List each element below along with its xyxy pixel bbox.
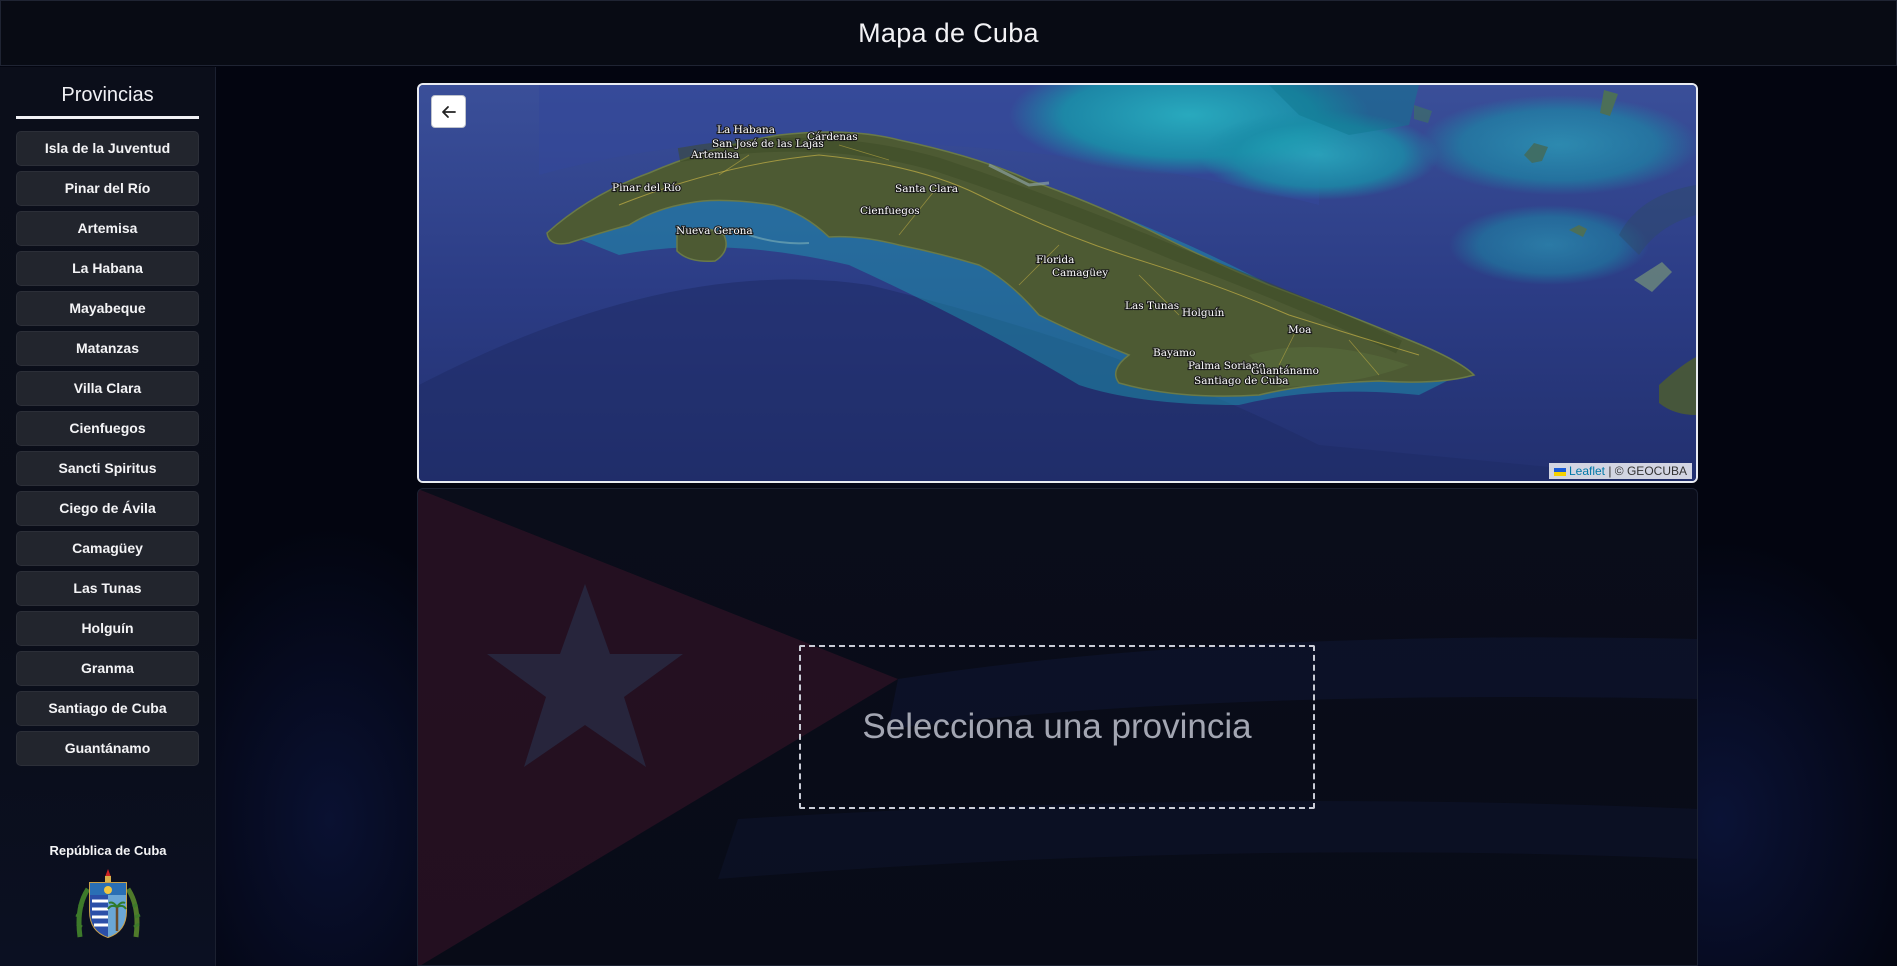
province-button-las-tunas[interactable]: Las Tunas bbox=[16, 571, 199, 606]
province-button-artemisa[interactable]: Artemisa bbox=[16, 211, 199, 246]
sidebar: Provincias Isla de la Juventud Pinar del… bbox=[0, 67, 216, 966]
map-city-label: Florida bbox=[1036, 254, 1074, 266]
leaflet-link[interactable]: Leaflet bbox=[1569, 464, 1605, 478]
map-city-label: Pinar del Río bbox=[612, 182, 681, 194]
ukraine-flag-icon bbox=[1553, 467, 1566, 476]
arrow-left-icon bbox=[441, 105, 456, 118]
province-button-guantanamo[interactable]: Guantánamo bbox=[16, 731, 199, 766]
province-button-granma[interactable]: Granma bbox=[16, 651, 199, 686]
province-button-mayabeque[interactable]: Mayabeque bbox=[16, 291, 199, 326]
province-list: Isla de la Juventud Pinar del Río Artemi… bbox=[16, 131, 199, 771]
map-city-label: Santiago de Cuba bbox=[1194, 375, 1289, 387]
province-button-santiago-de-cuba[interactable]: Santiago de Cuba bbox=[16, 691, 199, 726]
map-city-label: Cienfuegos bbox=[860, 205, 920, 217]
map-city-label: Bayamo bbox=[1153, 347, 1195, 359]
province-button-pinar-del-rio[interactable]: Pinar del Río bbox=[16, 171, 199, 206]
province-button-villa-clara[interactable]: Villa Clara bbox=[16, 371, 199, 406]
page-title: Mapa de Cuba bbox=[858, 17, 1039, 48]
map-city-label: Las Tunas bbox=[1125, 300, 1179, 312]
map-city-label: Cárdenas bbox=[807, 131, 858, 143]
province-info-panel: Selecciona una provincia bbox=[417, 488, 1698, 966]
attribution-text: | © GEOCUBA bbox=[1605, 464, 1687, 478]
map-city-label: Artemisa bbox=[690, 149, 739, 161]
map-city-label: Camagüey bbox=[1052, 267, 1108, 279]
coat-of-arms-icon bbox=[75, 869, 141, 939]
satellite-map[interactable]: La Habana San José de las Lajas Artemisa… bbox=[419, 85, 1696, 481]
province-button-matanzas[interactable]: Matanzas bbox=[16, 331, 199, 366]
select-province-placeholder: Selecciona una provincia bbox=[799, 645, 1315, 809]
placeholder-text: Selecciona una provincia bbox=[862, 707, 1252, 746]
map-city-label: La Habana bbox=[717, 124, 775, 136]
map-city-label: Santa Clara bbox=[895, 183, 958, 195]
province-button-holguin[interactable]: Holguín bbox=[16, 611, 199, 646]
map-attribution: Leaflet | © GEOCUBA bbox=[1548, 463, 1692, 479]
map-view[interactable]: La Habana San José de las Lajas Artemisa… bbox=[417, 83, 1698, 483]
republic-label: República de Cuba bbox=[49, 843, 167, 858]
province-button-la-habana[interactable]: La Habana bbox=[16, 251, 199, 286]
province-button-isla-de-la-juventud[interactable]: Isla de la Juventud bbox=[16, 131, 199, 166]
province-button-sancti-spiritus[interactable]: Sancti Spiritus bbox=[16, 451, 199, 486]
map-city-label: Nueva Gerona bbox=[676, 225, 753, 237]
app-header: Mapa de Cuba bbox=[0, 0, 1897, 66]
province-button-cienfuegos[interactable]: Cienfuegos bbox=[16, 411, 199, 446]
map-city-label: Moa bbox=[1288, 324, 1311, 336]
province-button-camaguey[interactable]: Camagüey bbox=[16, 531, 199, 566]
sidebar-title: Provincias bbox=[16, 81, 199, 119]
province-button-ciego-de-avila[interactable]: Ciego de Ávila bbox=[16, 491, 199, 526]
map-city-label: Holguín bbox=[1182, 307, 1225, 319]
back-button[interactable] bbox=[431, 95, 466, 128]
